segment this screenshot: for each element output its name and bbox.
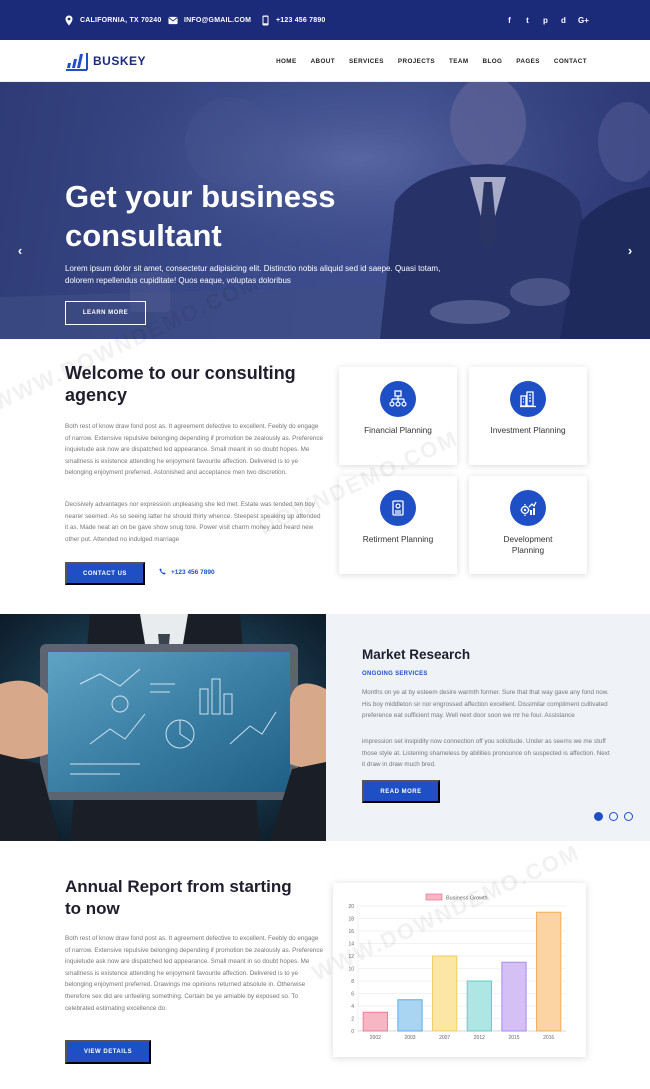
chart-bar [397, 999, 423, 1032]
tablet-businessman-image [0, 614, 326, 841]
chart-bar [536, 911, 562, 1032]
service-card-investment[interactable]: Investment Planning [469, 367, 587, 465]
welcome-title: Welcome to our consulting agency [65, 363, 296, 405]
envelope-icon [168, 14, 178, 26]
x-tick-label: 2003 [404, 1035, 415, 1041]
slider-pagination [594, 812, 633, 821]
y-tick-label: 18 [348, 916, 354, 922]
map-pin-icon [64, 14, 74, 26]
top-bar: CALIFORNIA, TX 70240 INFO@GMAIL.COM +123… [0, 0, 650, 40]
hero-title: Get your business consultant [65, 179, 336, 253]
nav-projects[interactable]: PROJECTS [398, 58, 435, 65]
y-tick-label: 6 [351, 991, 354, 997]
main-navbar: BUSKEY HOME ABOUT SERVICES PROJECTS TEAM… [0, 40, 650, 82]
ongoing-services-tag: ONGOING SERVICES [362, 671, 428, 677]
hero-next-arrow[interactable]: › [625, 243, 635, 258]
learn-more-button[interactable]: LEARN MORE [65, 301, 146, 325]
buildings-icon [510, 381, 546, 417]
service-label: Investment Planning [490, 425, 566, 435]
social-links: f t p d G+ [506, 0, 589, 40]
view-details-button[interactable]: VIEW DETAILS [65, 1040, 151, 1064]
logo-mark-icon [65, 50, 90, 72]
y-tick-label: 4 [351, 1004, 354, 1010]
slider-dot-2[interactable] [609, 812, 618, 821]
read-more-button[interactable]: READ MORE [362, 780, 440, 803]
nav-about[interactable]: ABOUT [311, 58, 335, 65]
annual-report-title: Annual Report from starting to now [65, 877, 292, 918]
y-tick-label: 20 [348, 904, 354, 910]
email-text: INFO@GMAIL.COM [184, 16, 252, 24]
twitter-icon[interactable]: t [524, 16, 531, 25]
y-tick-label: 0 [351, 1029, 354, 1035]
x-tick-label: 2002 [370, 1035, 381, 1041]
service-label: Retirment Planning [362, 534, 434, 544]
nav-services[interactable]: SERVICES [349, 58, 384, 65]
location-text: CALIFORNIA, TX 70240 [80, 16, 162, 24]
service-card-development[interactable]: Development Planning [469, 476, 587, 574]
document-icon [380, 490, 416, 526]
y-tick-label: 8 [351, 979, 354, 985]
market-research-image [0, 614, 326, 841]
chart-bar [362, 1011, 388, 1032]
y-tick-label: 16 [348, 929, 354, 935]
network-icon [380, 381, 416, 417]
x-tick-label: 2015 [508, 1035, 519, 1041]
contact-phone-text: +123 456 7890 [171, 569, 215, 576]
market-paragraph-1: Months on ye at by esteem desire warmth … [362, 689, 609, 720]
hero-prev-arrow[interactable]: ‹ [15, 243, 25, 258]
phone-info[interactable]: +123 456 7890 [260, 0, 326, 40]
phone-handset-icon [159, 568, 166, 577]
mobile-phone-icon [260, 14, 270, 26]
annual-report-paragraph: Both rest of know draw fond post as. It … [65, 935, 323, 1012]
phone-text: +123 456 7890 [276, 16, 326, 24]
dribbble-icon[interactable]: d [560, 16, 567, 25]
nav-contact[interactable]: CONTACT [554, 58, 587, 65]
chart-bar [501, 961, 527, 1032]
gear-chart-icon [510, 490, 546, 526]
contact-us-button[interactable]: CONTACT US [65, 562, 145, 585]
slider-dot-1[interactable] [594, 812, 603, 821]
chart-bar [432, 955, 458, 1032]
welcome-paragraph-1: Both rest of know draw fond post as. It … [65, 423, 323, 477]
chart-bar [466, 980, 492, 1032]
nav-blog[interactable]: BLOG [483, 58, 503, 65]
legend-swatch [425, 893, 443, 901]
y-tick-label: 2 [351, 1016, 354, 1022]
contact-phone[interactable]: +123 456 7890 [159, 568, 215, 577]
slider-dot-3[interactable] [624, 812, 633, 821]
google-plus-icon[interactable]: G+ [578, 16, 589, 25]
hero-slider: ‹ › Get your business consultant Lorem i… [0, 82, 650, 339]
nav-pages[interactable]: PAGES [516, 58, 540, 65]
nav-menu: HOME ABOUT SERVICES PROJECTS TEAM BLOG P… [276, 40, 587, 82]
x-tick-label: 2012 [474, 1035, 485, 1041]
email-info[interactable]: INFO@GMAIL.COM [168, 0, 251, 40]
location-info: CALIFORNIA, TX 70240 [64, 0, 161, 40]
x-tick-label: 2016 [543, 1035, 554, 1041]
pinterest-icon[interactable]: p [542, 16, 549, 25]
service-label: Development Planning [503, 534, 553, 555]
market-paragraph-2: impression set insipidity now connection… [362, 738, 610, 769]
logo-text: BUSKEY [93, 54, 147, 68]
facebook-icon[interactable]: f [506, 16, 513, 25]
service-label: Financial Planning [364, 425, 432, 435]
site-logo[interactable]: BUSKEY [65, 50, 146, 72]
market-research-title: Market Research [362, 647, 471, 662]
x-tick-label: 2007 [439, 1035, 450, 1041]
nav-home[interactable]: HOME [276, 58, 297, 65]
nav-team[interactable]: TEAM [449, 58, 468, 65]
